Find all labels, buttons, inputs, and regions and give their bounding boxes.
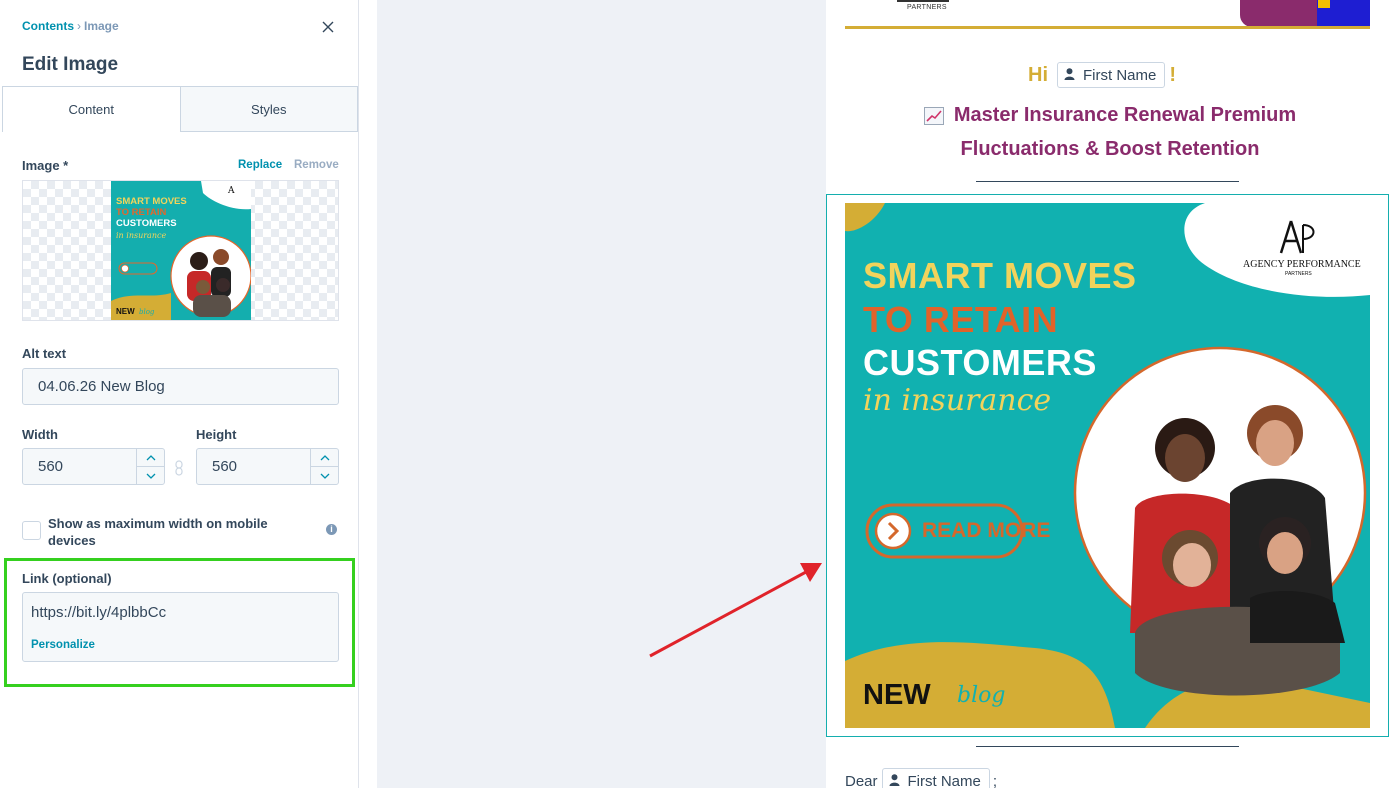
link-input[interactable]: https://bit.ly/4plbbCc Personalize bbox=[22, 592, 339, 662]
banner-read-more: READ MORE bbox=[922, 519, 1051, 542]
chevron-down-icon[interactable] bbox=[137, 466, 164, 484]
svg-text:NEW: NEW bbox=[116, 307, 135, 316]
width-label: Width bbox=[22, 427, 58, 442]
image-label: Image * bbox=[22, 158, 69, 173]
alt-text-input[interactable]: 04.06.26 New Blog bbox=[22, 368, 339, 405]
first-name-token-label: First Name bbox=[907, 772, 981, 788]
header-gold-line bbox=[845, 26, 1370, 29]
svg-text:CUSTOMERS: CUSTOMERS bbox=[116, 218, 177, 229]
width-value: 560 bbox=[38, 458, 64, 475]
remove-image-button[interactable]: Remove bbox=[294, 159, 339, 171]
chevron-down-icon[interactable] bbox=[311, 466, 338, 484]
chart-increasing-icon bbox=[923, 106, 944, 125]
chevron-up-icon[interactable] bbox=[137, 449, 164, 466]
mobile-max-width-label: Show as maximum width on mobile devices bbox=[48, 516, 268, 548]
first-name-token[interactable]: First Name bbox=[881, 768, 990, 788]
user-icon bbox=[889, 773, 900, 788]
image-preview[interactable]: SMART MOVES TO RETAIN CUSTOMERS in insur… bbox=[22, 180, 339, 321]
user-icon bbox=[1064, 67, 1075, 83]
first-name-token-label: First Name bbox=[1083, 66, 1157, 84]
height-input[interactable]: 560 bbox=[196, 448, 339, 485]
image-thumbnail: SMART MOVES TO RETAIN CUSTOMERS in insur… bbox=[111, 181, 251, 320]
breadcrumb: Contents › Image bbox=[22, 19, 119, 33]
banner-line-3: CUSTOMERS bbox=[863, 342, 1097, 383]
header-yellow-shape bbox=[1318, 0, 1330, 8]
greeting-hi: Hi bbox=[1028, 63, 1048, 86]
tab-styles[interactable]: Styles bbox=[180, 86, 358, 132]
dear-line[interactable]: Dear First Name ; bbox=[845, 768, 997, 788]
editor-canvas bbox=[377, 0, 826, 788]
svg-text:in insurance: in insurance bbox=[116, 231, 166, 240]
svg-text:SMART MOVES: SMART MOVES bbox=[116, 196, 187, 207]
close-icon[interactable] bbox=[320, 20, 336, 36]
width-stepper[interactable] bbox=[136, 449, 164, 484]
info-icon[interactable]: i bbox=[326, 524, 337, 535]
divider-top bbox=[976, 181, 1239, 182]
banner-script: in insurance bbox=[863, 383, 1052, 418]
divider-bottom bbox=[976, 746, 1239, 747]
chevron-up-icon[interactable] bbox=[311, 449, 338, 466]
header-image-fragment[interactable]: PARTNERS bbox=[845, 0, 1370, 29]
banner-new: NEW bbox=[863, 679, 931, 711]
height-stepper[interactable] bbox=[310, 449, 338, 484]
email-headline-text: Master Insurance Renewal Premium Fluctua… bbox=[953, 104, 1297, 160]
svg-text:blog: blog bbox=[139, 308, 155, 316]
dear-suffix: ; bbox=[992, 772, 998, 788]
banner-blog: blog bbox=[957, 683, 1006, 708]
link-dimensions-icon[interactable] bbox=[174, 460, 186, 476]
banner-logo-sub: PARTNERS bbox=[1285, 271, 1312, 277]
height-label: Height bbox=[196, 427, 237, 442]
banner-line-2: TO RETAIN bbox=[863, 299, 1059, 340]
banner-image[interactable]: SMART MOVES TO RETAIN CUSTOMERS in insur… bbox=[845, 203, 1370, 728]
mobile-max-width-checkbox[interactable] bbox=[22, 521, 41, 540]
greeting-line[interactable]: Hi First Name ! bbox=[1028, 62, 1176, 88]
breadcrumb-contents[interactable]: Contents bbox=[22, 19, 74, 33]
panel-tabs: Content Styles bbox=[2, 86, 358, 132]
personalize-button[interactable]: Personalize bbox=[31, 639, 95, 651]
header-purple-shape bbox=[1240, 0, 1317, 27]
email-headline[interactable]: Master Insurance Renewal Premium Fluctua… bbox=[880, 98, 1340, 166]
banner-logo-main: AGENCY PERFORMANCE bbox=[1243, 259, 1361, 270]
panel-title: Edit Image bbox=[22, 54, 119, 75]
breadcrumb-image: Image bbox=[84, 19, 119, 33]
alt-text-label: Alt text bbox=[22, 346, 67, 361]
greeting-punctuation: ! bbox=[1169, 63, 1177, 86]
svg-text:A: A bbox=[227, 186, 235, 196]
dear-prefix: Dear bbox=[845, 772, 878, 788]
logo-underline bbox=[897, 0, 949, 2]
tab-content[interactable]: Content bbox=[2, 86, 181, 132]
banner-line-1: SMART MOVES bbox=[863, 255, 1137, 296]
breadcrumb-separator: › bbox=[77, 19, 81, 33]
link-value: https://bit.ly/4plbbCc bbox=[31, 604, 167, 621]
first-name-token[interactable]: First Name bbox=[1057, 62, 1166, 88]
edit-image-panel: Contents › Image Edit Image Content Styles… bbox=[0, 0, 359, 788]
height-value: 560 bbox=[212, 458, 238, 475]
replace-image-button[interactable]: Replace bbox=[238, 159, 282, 171]
svg-text:TO RETAIN: TO RETAIN bbox=[116, 207, 166, 218]
header-partners-text: PARTNERS bbox=[907, 4, 947, 11]
link-label: Link (optional) bbox=[22, 571, 112, 586]
width-input[interactable]: 560 bbox=[22, 448, 165, 485]
